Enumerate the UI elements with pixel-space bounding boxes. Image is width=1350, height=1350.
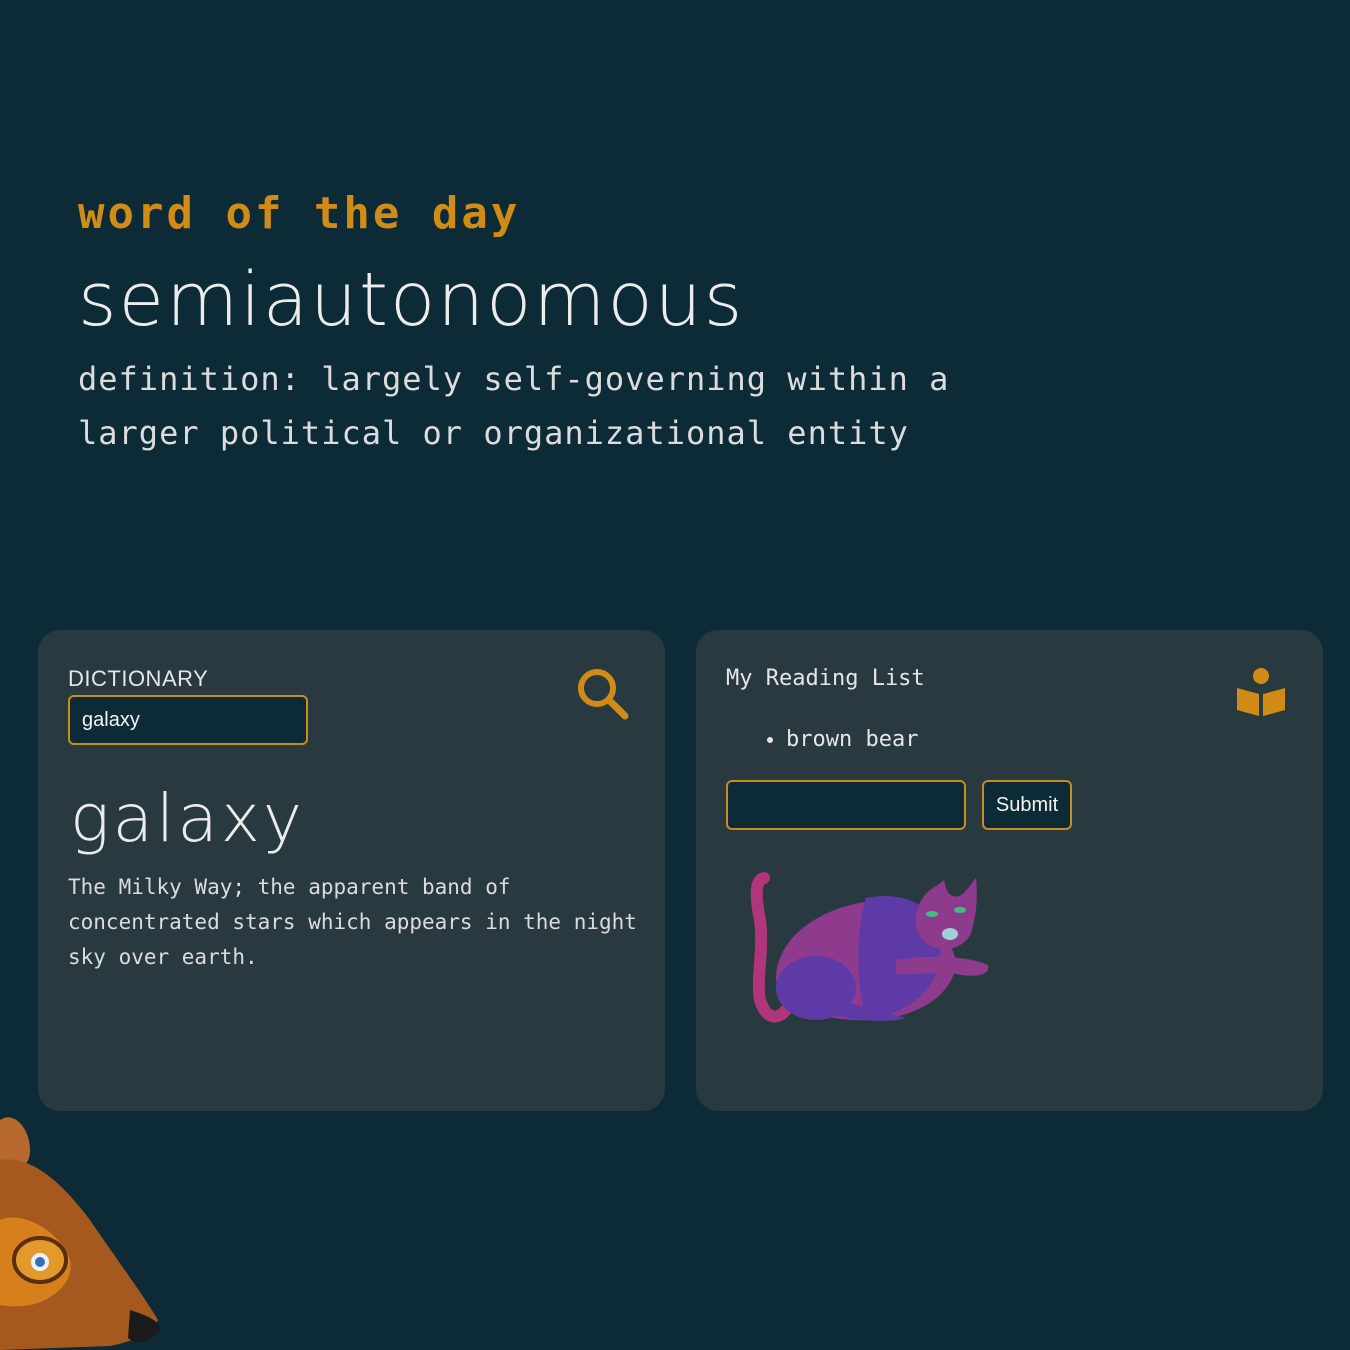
page: { "word_of_the_day": { "label": "word of… [0, 0, 1350, 1350]
dictionary-result-word: galaxy [70, 780, 305, 857]
dictionary-card: DICTIONARY galaxy The Milky Way; the app… [38, 630, 665, 1111]
word-of-the-day-label: word of the day [78, 188, 521, 239]
reading-list-title: My Reading List [726, 666, 925, 691]
reading-list-items: brown bear [756, 725, 918, 755]
reading-list-item: brown bear [786, 725, 918, 755]
reading-icon [1237, 668, 1285, 716]
dictionary-label: DICTIONARY [68, 666, 209, 691]
reading-list-input[interactable] [726, 780, 966, 830]
dictionary-result-definition: The Milky Way; the apparent band of conc… [68, 875, 637, 969]
reading-list-card: My Reading List brown bear Submit [696, 630, 1323, 1111]
brown-bear-illustration [0, 1117, 160, 1350]
submit-button[interactable]: Submit [982, 780, 1072, 830]
word-of-the-day-definition: definition: largely self-governing withi… [78, 359, 950, 452]
search-icon[interactable] [575, 666, 631, 722]
word-of-the-day-section: word of the day semiautonomous definitio… [78, 188, 1078, 460]
purple-cat-illustration [750, 872, 989, 1023]
dictionary-search-input[interactable] [68, 695, 308, 745]
word-of-the-day-word: semiautonomous [78, 257, 745, 344]
